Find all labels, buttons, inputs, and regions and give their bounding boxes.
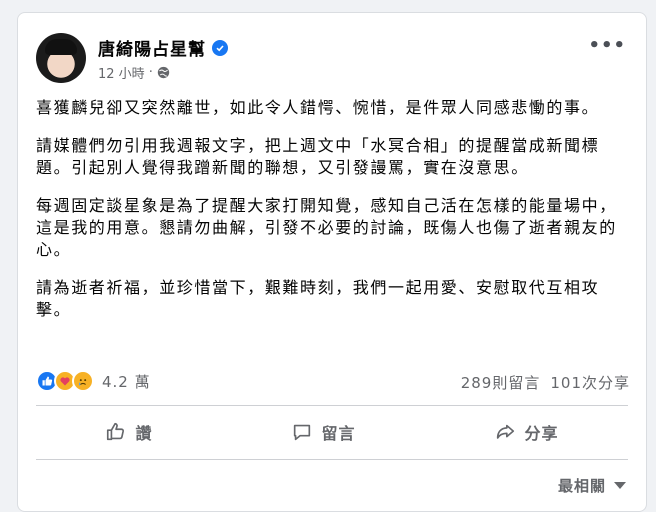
post-paragraph: 喜獲麟兒卻又突然離世，如此令人錯愕、惋惜，是件眾人同感悲慟的事。: [36, 98, 600, 117]
post-paragraph: 每週固定談星象是為了提醒大家打開知覺，感知自己活在怎樣的能量場中，這是我的用意。…: [36, 196, 617, 259]
comment-button[interactable]: 留言: [291, 420, 355, 444]
divider: [36, 405, 628, 406]
avatar-hair: [45, 39, 77, 55]
thumbs-up-icon: [107, 422, 125, 441]
share-icon: [497, 424, 515, 439]
globe-icon[interactable]: [157, 66, 170, 79]
share-label: 分享: [524, 424, 559, 443]
action-bar: 讚 留言 分享: [36, 413, 628, 451]
engagement-stats: 289則留言 101次分享: [461, 372, 630, 393]
verified-badge-icon: [212, 39, 228, 56]
sad-icon: [72, 370, 94, 392]
comment-count[interactable]: 289則留言: [461, 372, 541, 393]
comment-label: 留言: [321, 424, 356, 443]
post-body: 喜獲麟兒卻又突然離世，如此令人錯愕、惋惜，是件眾人同感悲慟的事。 請媒體們勿引用…: [36, 97, 626, 337]
chevron-down-icon: [614, 482, 626, 489]
sort-label: 最相關: [557, 477, 606, 495]
share-button[interactable]: 分享: [494, 420, 558, 444]
more-options-button[interactable]: •••: [588, 37, 626, 55]
like-label: 讚: [135, 424, 153, 443]
post-time[interactable]: 12 小時: [98, 63, 145, 82]
reaction-summary[interactable]: 4.2 萬: [36, 370, 151, 392]
share-count[interactable]: 101次分享: [550, 372, 630, 393]
post-meta: 12 小時 ·: [98, 63, 170, 82]
avatar[interactable]: [36, 33, 86, 83]
comment-icon: [294, 424, 311, 441]
like-button[interactable]: 讚: [105, 420, 152, 444]
comment-sort-dropdown[interactable]: 最相關: [558, 475, 626, 496]
reaction-count[interactable]: 4.2 萬: [102, 371, 151, 392]
post-card: 唐綺陽占星幫 12 小時 · ••• 喜獲麟兒卻又突然離世，如此令人錯愕、惋惜，…: [17, 12, 647, 512]
meta-separator: ·: [148, 65, 153, 80]
post-author: 唐綺陽占星幫: [98, 35, 228, 60]
post-paragraph: 請媒體們勿引用我週報文字，把上週文中「水冥合相」的提醒當成新聞標題。引起別人覺得…: [36, 136, 600, 177]
post-paragraph: 請為逝者祈福，並珍惜當下，艱難時刻，我們一起用愛、安慰取代互相攻擊。: [36, 278, 600, 319]
author-name[interactable]: 唐綺陽占星幫: [98, 35, 206, 60]
divider: [36, 459, 628, 460]
